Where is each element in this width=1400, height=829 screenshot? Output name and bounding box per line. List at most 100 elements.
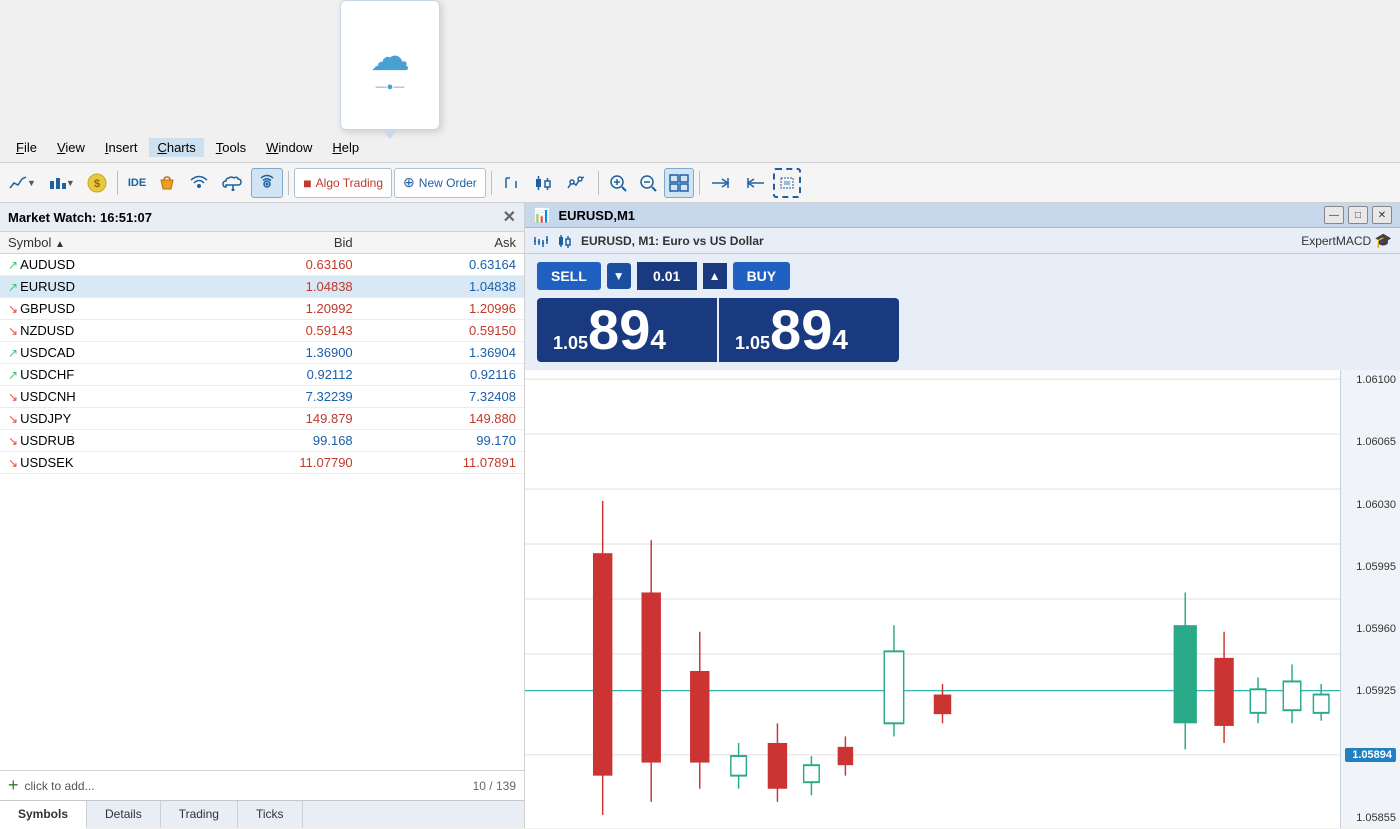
separator-2 <box>288 171 289 195</box>
market-watch-row[interactable]: ↗USDCAD 1.36900 1.36904 <box>0 342 524 364</box>
market-watch-table: Symbol ▲ Bid Ask ↗AUDUSD 0.63160 0.63164… <box>0 232 524 770</box>
market-watch-row[interactable]: ↘USDRUB 99.168 99.170 <box>0 430 524 452</box>
signals-button[interactable] <box>183 168 215 198</box>
direction-icon: ↗ <box>8 346 18 360</box>
vps-button[interactable] <box>251 168 283 198</box>
menu-view[interactable]: View <box>49 138 93 157</box>
lot-size-input[interactable] <box>637 262 697 290</box>
buy-price-big: 89 <box>770 302 832 358</box>
menu-charts[interactable]: Charts <box>149 138 203 157</box>
market-watch-row[interactable]: ↘USDJPY 149.879 149.880 <box>0 408 524 430</box>
chart-titlebar: 📊 EURUSD,M1 — □ ✕ <box>525 203 1400 228</box>
ask-cell: 11.07891 <box>361 452 524 474</box>
menu-window[interactable]: Window <box>258 138 320 157</box>
buy-price-super: 4 <box>832 324 848 356</box>
sell-price-box: 1.05 89 4 <box>537 298 717 362</box>
chart-close-button[interactable]: ✕ <box>1372 206 1392 224</box>
chart-panel: 📊 EURUSD,M1 — □ ✕ <box>525 203 1400 828</box>
bid-cell: 11.07790 <box>197 452 360 474</box>
symbol-cell: ↘USDRUB <box>0 430 197 452</box>
tab-ticks[interactable]: Ticks <box>238 801 303 828</box>
cloud-popup-line: —●— <box>376 81 405 93</box>
market-watch-title: Market Watch: 16:51:07 <box>8 210 152 225</box>
zoom-in-button[interactable] <box>604 168 632 198</box>
bid-cell: 0.63160 <box>197 254 360 276</box>
scroll-right-end-button[interactable] <box>705 168 737 198</box>
symbol-cell: ↗USDCHF <box>0 364 197 386</box>
chart-maximize-button[interactable]: □ <box>1348 206 1368 224</box>
market-button[interactable] <box>153 168 181 198</box>
menu-tools[interactable]: Tools <box>208 138 254 157</box>
candle-button[interactable] <box>527 168 559 198</box>
mortar-icon: 🎓 <box>1375 232 1392 248</box>
toolbar: ▼ ▼ $ IDE <box>0 163 1400 203</box>
new-order-button[interactable]: ⊕ New Order <box>394 168 486 198</box>
bid-cell: 7.32239 <box>197 386 360 408</box>
dollar-button[interactable]: $ <box>82 168 112 198</box>
menubar: File View Insert Charts Tools Window Hel… <box>0 133 1400 163</box>
sell-button[interactable]: SELL <box>537 262 601 290</box>
market-watch-row[interactable]: ↗AUDUSD 0.63160 0.63164 <box>0 254 524 276</box>
buy-price-prefix: 1.05 <box>735 333 770 354</box>
algo-trading-button[interactable]: ■ Algo Trading <box>294 168 392 198</box>
screenshot-button[interactable] <box>773 168 801 198</box>
bid-cell: 149.879 <box>197 408 360 430</box>
svg-text:$: $ <box>94 178 100 190</box>
zoom-out-button[interactable] <box>634 168 662 198</box>
ask-cell: 1.20996 <box>361 298 524 320</box>
market-watch-row[interactable]: ↘USDCNH 7.32239 7.32408 <box>0 386 524 408</box>
direction-icon: ↗ <box>8 368 18 382</box>
sell-price-super: 4 <box>650 324 666 356</box>
price-level-label: 1.05995 <box>1345 561 1396 573</box>
candlestick-chart <box>525 370 1360 828</box>
add-symbol-button[interactable]: + <box>8 775 19 796</box>
ask-cell: 1.04838 <box>361 276 524 298</box>
price-level-label: 1.05894 <box>1345 748 1396 762</box>
ask-cell: 0.59150 <box>361 320 524 342</box>
grid-button[interactable] <box>664 168 694 198</box>
market-watch-row[interactable]: ↘GBPUSD 1.20992 1.20996 <box>0 298 524 320</box>
scroll-left-end-button[interactable] <box>739 168 771 198</box>
bid-cell: 99.168 <box>197 430 360 452</box>
line-chart-button[interactable]: ▼ <box>4 168 41 198</box>
bar-chart-button[interactable]: ▼ <box>43 168 80 198</box>
market-watch-close-button[interactable]: ✕ <box>503 207 516 227</box>
ide-button[interactable]: IDE <box>123 168 151 198</box>
chart-window-title: EURUSD,M1 <box>558 208 1316 223</box>
price-level-label: 1.05855 <box>1345 812 1396 824</box>
direction-icon: ↘ <box>8 412 18 426</box>
chart-info: EURUSD, M1: Euro vs US Dollar <box>581 234 764 248</box>
bid-cell: 0.92112 <box>197 364 360 386</box>
price-level-label: 1.05960 <box>1345 623 1396 635</box>
lot-increase-button[interactable]: ▲ <box>703 263 727 289</box>
sell-price-big: 89 <box>588 302 650 358</box>
cloud-button[interactable] <box>217 168 249 198</box>
market-watch-row[interactable]: ↗EURUSD 1.04838 1.04838 <box>0 276 524 298</box>
chart-minimize-button[interactable]: — <box>1324 206 1344 224</box>
separator-1 <box>117 171 118 195</box>
price-display: 1.05 89 4 1.05 89 4 <box>525 298 1400 370</box>
ask-cell: 99.170 <box>361 430 524 452</box>
tab-trading[interactable]: Trading <box>161 801 238 828</box>
order-up-button[interactable] <box>497 168 525 198</box>
chart-window-controls: — □ ✕ <box>1324 206 1392 224</box>
direction-icon: ↘ <box>8 456 18 470</box>
market-watch-row[interactable]: ↘USDSEK 11.07790 11.07891 <box>0 452 524 474</box>
symbol-count: 10 / 139 <box>473 779 516 793</box>
sell-dropdown-button[interactable]: ▼ <box>607 263 631 289</box>
tab-details[interactable]: Details <box>87 801 161 828</box>
market-watch-row[interactable]: ↘NZDUSD 0.59143 0.59150 <box>0 320 524 342</box>
symbol-cell: ↘GBPUSD <box>0 298 197 320</box>
symbol-cell: ↘USDSEK <box>0 452 197 474</box>
buy-price-box: 1.05 89 4 <box>719 298 899 362</box>
market-watch-row[interactable]: ↗USDCHF 0.92112 0.92116 <box>0 364 524 386</box>
buy-button[interactable]: BUY <box>733 262 791 290</box>
trading-controls: SELL ▼ ▲ BUY <box>525 254 1400 298</box>
zigzag-button[interactable] <box>561 168 593 198</box>
menu-insert[interactable]: Insert <box>97 138 146 157</box>
menu-help[interactable]: Help <box>324 138 367 157</box>
symbol-cell: ↗EURUSD <box>0 276 197 298</box>
direction-icon: ↘ <box>8 390 18 404</box>
tab-symbols[interactable]: Symbols <box>0 801 87 829</box>
menu-file[interactable]: File <box>8 138 45 157</box>
